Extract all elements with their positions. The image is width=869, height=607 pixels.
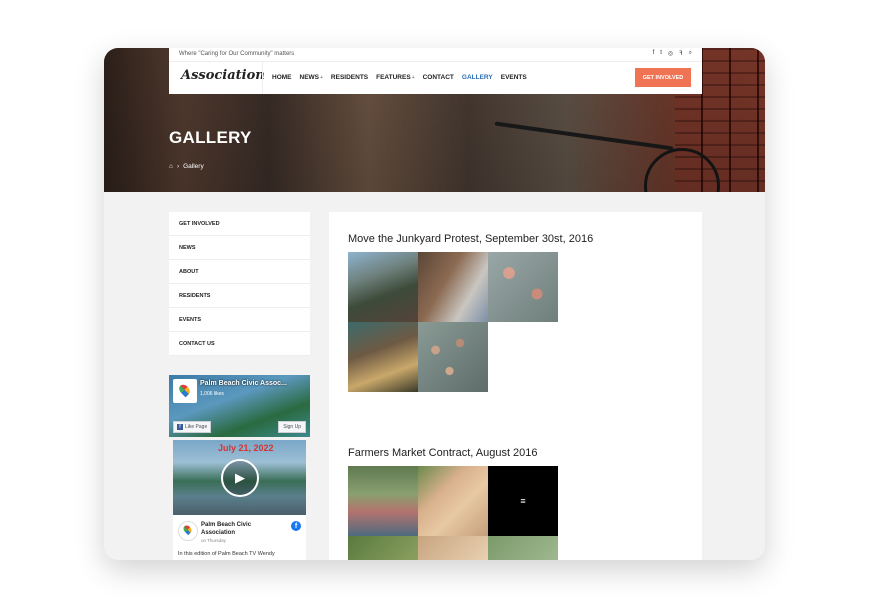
header-tagline: Where "Caring for Our Community" matters <box>179 51 295 57</box>
facebook-page-widget: Palm Beach Civic Assoc... 1,006 likes f … <box>169 375 310 437</box>
sidebar-item-about[interactable]: ABOUT <box>169 260 310 284</box>
video-date-overlay: July 21, 2022 <box>218 443 274 453</box>
breadcrumb: ⌂ › Gallery <box>169 163 204 170</box>
nav-news-label: NEWS <box>299 74 320 81</box>
facebook-like-count: 1,006 likes <box>200 391 224 397</box>
facebook-like-label: Like Page <box>185 424 208 430</box>
gallery-content: Move the Junkyard Protest, September 30s… <box>329 212 702 560</box>
gallery-thumbnail[interactable] <box>418 536 488 560</box>
gallery-thumbnail[interactable] <box>418 322 488 392</box>
nav-gallery[interactable]: GALLERY <box>462 74 493 81</box>
page-title: GALLERY <box>169 128 252 147</box>
facebook-icon: f <box>291 521 301 531</box>
gallery-thumbnail[interactable] <box>348 536 418 560</box>
nav-home[interactable]: HOME <box>272 74 292 81</box>
nav-features[interactable]: FEATURES+ <box>376 74 414 81</box>
main-nav: HOME NEWS+ RESIDENTS FEATURES+ CONTACT G… <box>272 74 527 81</box>
facebook-like-button[interactable]: f Like Page <box>173 421 212 433</box>
facebook-post: Palm Beach Civic Association on Thursday… <box>173 515 306 560</box>
logo-separator <box>262 62 263 94</box>
gallery-thumbnail[interactable] <box>418 466 488 536</box>
sidebar-item-residents[interactable]: RESIDENTS <box>169 284 310 308</box>
facebook-icon: f <box>177 424 183 430</box>
twitter-icon[interactable]: t <box>660 50 662 57</box>
gallery-thumbnail[interactable] <box>488 536 558 560</box>
facebook-video[interactable]: July 21, 2022 ▶ <box>173 440 306 515</box>
gallery-thumbnail[interactable] <box>348 252 418 322</box>
site-logo[interactable]: Association <box>181 68 265 83</box>
social-icons: f t ◎ ꟻ ⌕ <box>653 50 692 57</box>
gallery-video-thumbnail[interactable]: ≡ <box>488 466 558 536</box>
site-header: Where "Caring for Our Community" matters… <box>169 48 702 94</box>
instagram-icon[interactable]: ◎ <box>668 50 673 57</box>
nav-contact[interactable]: CONTACT <box>423 74 454 81</box>
foursquare-icon[interactable]: ꟻ <box>679 50 682 57</box>
header-divider <box>169 61 702 62</box>
nav-residents[interactable]: RESIDENTS <box>331 74 368 81</box>
search-icon[interactable]: ⌕ <box>689 50 692 57</box>
pinwheel-logo-icon <box>177 382 192 398</box>
nav-news[interactable]: NEWS+ <box>300 74 323 81</box>
home-icon[interactable]: ⌂ <box>169 163 173 170</box>
nav-features-label: FEATURES <box>376 74 411 81</box>
menu-icon: ≡ <box>520 496 526 506</box>
sidebar-item-get-involved[interactable]: GET INVOLVED <box>169 212 310 236</box>
sidebar-item-news[interactable]: NEWS <box>169 236 310 260</box>
gallery-thumbnail[interactable] <box>488 252 558 322</box>
facebook-page-avatar[interactable] <box>173 379 197 403</box>
hero-banner: Where "Caring for Our Community" matters… <box>104 48 765 192</box>
sidebar-menu: GET INVOLVED NEWS ABOUT RESIDENTS EVENTS… <box>169 212 310 356</box>
post-author[interactable]: Palm Beach Civic Association <box>201 521 271 537</box>
pinwheel-logo-icon <box>181 523 194 536</box>
get-involved-button[interactable]: GET INVOLVED <box>635 68 691 87</box>
post-avatar[interactable] <box>178 521 198 541</box>
facebook-icon[interactable]: f <box>653 50 655 57</box>
breadcrumb-separator: › <box>176 163 180 170</box>
gallery-thumbnail[interactable] <box>418 252 488 322</box>
sidebar-item-contact-us[interactable]: CONTACT US <box>169 332 310 356</box>
album-title-junkyard[interactable]: Move the Junkyard Protest, September 30s… <box>348 233 593 245</box>
facebook-page-name[interactable]: Palm Beach Civic Assoc... <box>200 380 287 387</box>
post-text: In this edition of Palm Beach TV Wendy <box>178 551 275 557</box>
facebook-signup-button[interactable]: Sign Up <box>278 421 306 433</box>
sidebar-item-events[interactable]: EVENTS <box>169 308 310 332</box>
play-icon[interactable]: ▶ <box>221 459 259 497</box>
gallery-thumbnail[interactable] <box>348 322 418 392</box>
nav-news-caret-icon: + <box>320 75 323 81</box>
breadcrumb-current: Gallery <box>183 163 204 170</box>
album-title-farmers-market[interactable]: Farmers Market Contract, August 2016 <box>348 447 538 459</box>
nav-events[interactable]: EVENTS <box>501 74 527 81</box>
browser-frame: Where "Caring for Our Community" matters… <box>104 48 765 560</box>
nav-features-caret-icon: + <box>411 75 415 81</box>
gallery-thumbnail[interactable] <box>348 466 418 536</box>
post-timestamp: on Thursday <box>201 538 226 543</box>
